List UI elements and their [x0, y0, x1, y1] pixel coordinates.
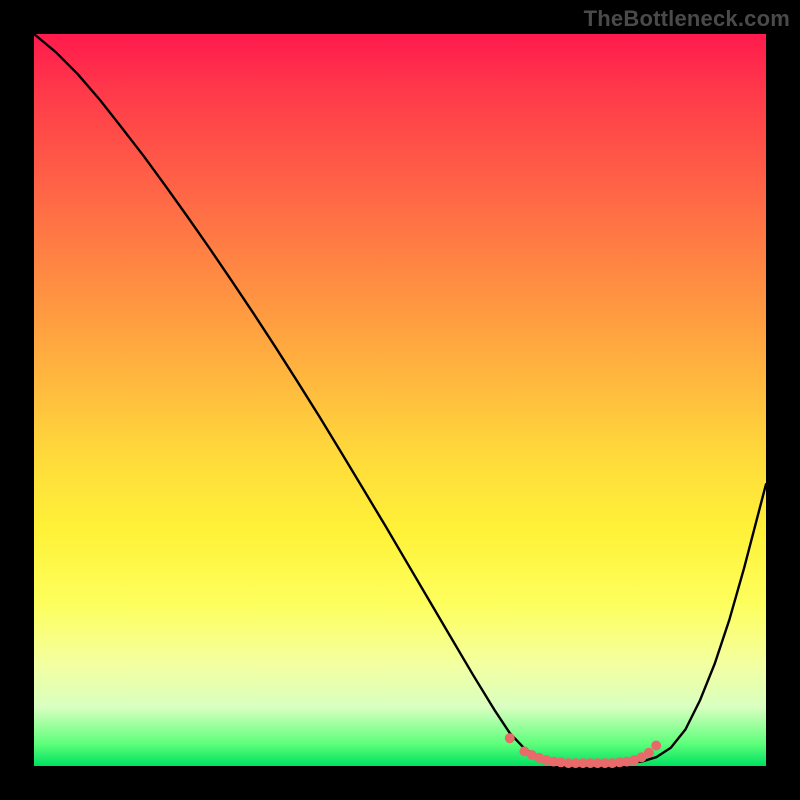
gradient-plot-area	[34, 34, 766, 766]
sweet-spot-dot	[651, 741, 661, 751]
watermark-text: TheBottleneck.com	[584, 6, 790, 32]
sweet-spot-dots	[505, 733, 661, 768]
bottleneck-curve	[34, 34, 766, 764]
chart-frame: TheBottleneck.com	[0, 0, 800, 800]
curve-svg	[34, 34, 766, 766]
sweet-spot-dot	[644, 748, 654, 758]
sweet-spot-dot	[505, 733, 515, 743]
